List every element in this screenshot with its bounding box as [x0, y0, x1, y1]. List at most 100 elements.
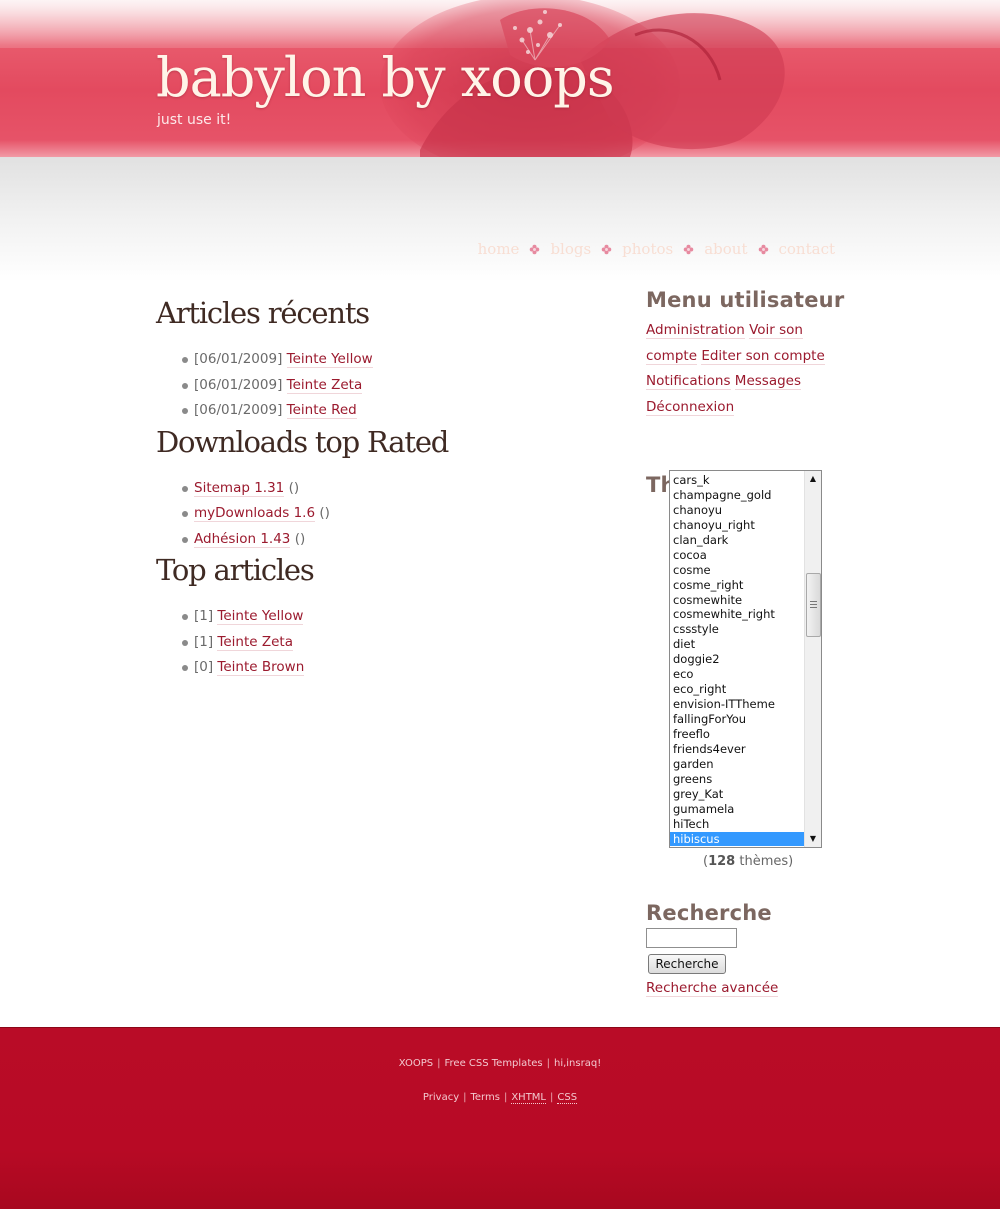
article-link[interactable]: Teinte Yellow: [217, 608, 304, 625]
list-item: [06/01/2009] Teinte Zeta: [180, 374, 606, 400]
article-date: [06/01/2009]: [194, 376, 283, 393]
top-articles-list: [1] Teinte Yellow [1] Teinte Zeta [0] Te…: [180, 605, 606, 682]
theme-option[interactable]: grey_Kat: [670, 787, 804, 802]
article-date: [06/01/2009]: [194, 351, 283, 367]
flower-separator-icon: [758, 244, 768, 254]
footer-links: Privacy | Terms | XHTML | CSS: [422, 1092, 578, 1104]
download-link[interactable]: myDownloads 1.6: [194, 505, 316, 522]
edit-account-link[interactable]: Editer son compte: [701, 347, 825, 365]
downloads-title: Downloads top Rated: [156, 424, 449, 459]
user-menu-links: Administration Voir son compte Editer so…: [646, 318, 826, 420]
messages-link[interactable]: Messages: [734, 373, 801, 390]
site-header: babylon by xoops just use it!: [0, 0, 1000, 157]
main-content: Articles récents [06/01/2009] Teinte Yel…: [156, 296, 606, 682]
theme-option[interactable]: fallingForYou: [670, 712, 804, 727]
list-item: [1] Teinte Yellow: [180, 605, 606, 631]
download-link[interactable]: Adhésion 1.43: [194, 530, 291, 548]
themes-count: (128 thèmes): [703, 854, 793, 869]
search-input[interactable]: [646, 928, 737, 948]
article-hits: [0]: [194, 659, 214, 675]
logout-link[interactable]: Déconnexion: [646, 398, 735, 416]
nav-photos[interactable]: photos: [622, 240, 673, 258]
footer-privacy[interactable]: Privacy: [423, 1092, 459, 1103]
list-item: Sitemap 1.31 (): [180, 477, 606, 503]
themes-options: cars_k champagne_gold chanoyu chanoyu_right…: [670, 473, 804, 847]
theme-option[interactable]: gumamela: [670, 802, 804, 817]
article-link[interactable]: Teinte Red: [286, 402, 357, 419]
theme-option[interactable]: eco: [670, 667, 804, 682]
user-menu-title: Menu utilisateur: [646, 288, 845, 312]
theme-option[interactable]: cosme: [670, 563, 804, 578]
list-item: [0] Teinte Brown: [180, 656, 606, 682]
scroll-thumb[interactable]: [806, 573, 821, 637]
downloads-list: Sitemap 1.31 () myDownloads 1.6 () Adhés…: [180, 477, 606, 554]
theme-option[interactable]: freeflo: [670, 727, 804, 742]
grip-icon: [810, 601, 817, 608]
recent-articles-list: [06/01/2009] Teinte Yellow [06/01/2009] …: [180, 348, 606, 425]
flower-separator-icon: [683, 244, 694, 254]
themes-listbox[interactable]: cars_k champagne_gold chanoyu chanoyu_right…: [669, 470, 822, 848]
theme-option[interactable]: champagne_gold: [670, 488, 804, 503]
list-item: [06/01/2009] Teinte Red: [180, 399, 606, 425]
nav-contact[interactable]: contact: [779, 240, 836, 258]
theme-option[interactable]: hibiscus: [670, 831, 804, 847]
flower-separator-icon: [601, 244, 612, 254]
theme-option[interactable]: cssstyle: [670, 622, 804, 637]
sidebar: Menu utilisateur Administration Voir son…: [646, 288, 846, 997]
theme-option[interactable]: cosmewhite_right: [670, 607, 804, 622]
nav-home[interactable]: home: [478, 240, 520, 258]
theme-option[interactable]: chanoyu: [670, 503, 804, 518]
theme-option[interactable]: cosme_right: [670, 578, 804, 593]
list-item: Adhésion 1.43 (): [180, 528, 606, 554]
scroll-down-icon[interactable]: ▼: [805, 831, 821, 847]
notifications-link[interactable]: Notifications: [646, 373, 731, 390]
nav-band: [0, 157, 1000, 282]
download-count: (): [288, 479, 300, 496]
theme-option[interactable]: envision-ITTheme: [670, 697, 804, 712]
site-title: babylon by xoops: [156, 46, 615, 109]
advanced-search-link[interactable]: Recherche avancée: [646, 980, 779, 997]
article-link[interactable]: Teinte Zeta: [286, 376, 363, 394]
theme-option[interactable]: diet: [670, 637, 804, 652]
theme-option[interactable]: garden: [670, 757, 804, 772]
admin-link[interactable]: Administration: [646, 322, 745, 339]
footer-css[interactable]: CSS: [557, 1092, 578, 1104]
theme-option[interactable]: cars_k: [670, 473, 804, 488]
nav-about[interactable]: about: [704, 240, 747, 258]
download-link[interactable]: Sitemap 1.31: [194, 479, 285, 497]
site-slogan: just use it!: [157, 112, 232, 128]
scroll-up-icon[interactable]: ▲: [805, 471, 821, 487]
article-link[interactable]: Teinte Yellow: [286, 351, 373, 368]
theme-option[interactable]: clan_dark: [670, 533, 804, 548]
footer-xhtml[interactable]: XHTML: [511, 1092, 547, 1104]
article-hits: [1]: [194, 633, 214, 650]
themes-scrollbar[interactable]: ▲ ▼: [804, 471, 821, 847]
footer-credits: XOOPS | Free CSS Templates | hi,insraq!: [398, 1058, 602, 1069]
article-link[interactable]: Teinte Brown: [217, 659, 305, 676]
count-label: thèmes): [739, 854, 794, 869]
recent-articles-title: Articles récents: [156, 296, 370, 330]
count-value: 128: [708, 854, 736, 869]
top-articles-title: Top articles: [156, 553, 315, 587]
theme-option[interactable]: cosmewhite: [670, 593, 804, 608]
footer-terms[interactable]: Terms: [471, 1092, 500, 1103]
nav-blogs[interactable]: blogs: [550, 240, 591, 258]
article-link[interactable]: Teinte Zeta: [217, 633, 293, 651]
theme-option[interactable]: chanoyu_right: [670, 518, 804, 533]
list-item: myDownloads 1.6 (): [180, 502, 606, 528]
footer-xoops: XOOPS: [398, 1058, 434, 1069]
footer-author: hi,insraq!: [553, 1058, 602, 1069]
article-date: [06/01/2009]: [194, 402, 283, 418]
theme-option[interactable]: friends4ever: [670, 742, 804, 757]
search-button[interactable]: Recherche: [648, 954, 726, 974]
article-hits: [1]: [194, 608, 214, 624]
footer-templates: Free CSS Templates: [444, 1058, 543, 1069]
list-item: [06/01/2009] Teinte Yellow: [180, 348, 606, 374]
theme-option[interactable]: cocoa: [670, 548, 804, 563]
theme-option[interactable]: doggie2: [670, 652, 804, 667]
theme-option[interactable]: greens: [670, 772, 804, 787]
theme-option[interactable]: hiTech: [670, 817, 804, 832]
flower-separator-icon: [530, 244, 540, 254]
download-count: (): [294, 530, 306, 547]
theme-option[interactable]: eco_right: [670, 682, 804, 697]
